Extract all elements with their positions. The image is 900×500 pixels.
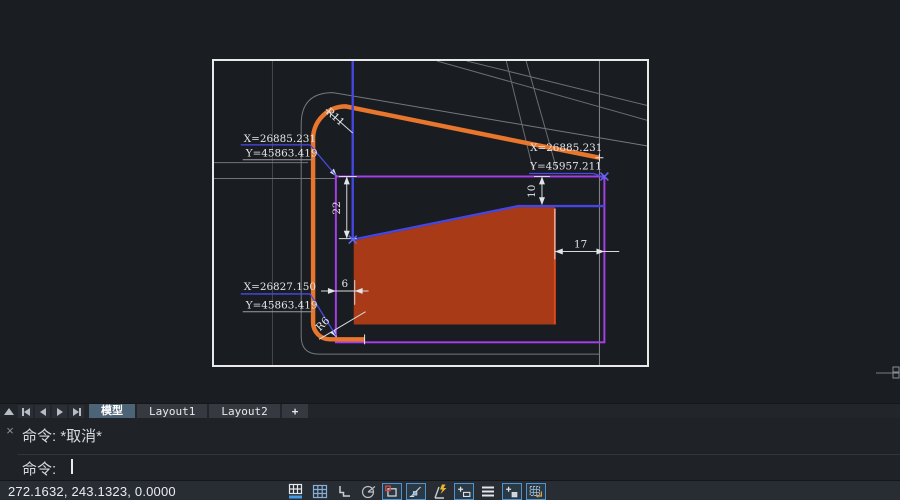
coordinates-display[interactable]: 272.1632, 243.1323, 0.0000: [8, 484, 176, 499]
command-line-panel: × 命令: *取消* 命令:: [0, 418, 900, 480]
status-toggle-icons: [286, 482, 546, 500]
dynamic-input-icon[interactable]: [430, 483, 450, 500]
command-prompt[interactable]: 命令:: [22, 458, 56, 479]
tab-layout2[interactable]: Layout2: [209, 404, 279, 419]
road-diagonal-2: [467, 61, 647, 105]
dim-text-10: 10: [526, 185, 538, 198]
text-caret: [71, 459, 73, 474]
grid-display-icon[interactable]: [310, 483, 330, 500]
new-layout-tab-button[interactable]: +: [282, 404, 309, 419]
model-space-canvas[interactable]: X=26885.231 Y=45863.419 X=26885.231 Y=45…: [0, 0, 900, 403]
road-diagonal-1: [437, 61, 647, 120]
scrollbar-grip[interactable]: [876, 366, 900, 380]
tab-layout1[interactable]: Layout1: [137, 404, 207, 419]
tab-model[interactable]: 模型: [89, 404, 135, 419]
object-snap-icon[interactable]: [382, 483, 402, 500]
quick-properties-icon[interactable]: [502, 483, 522, 500]
coord-label-top-right-x: X=26885.231: [530, 142, 602, 154]
selection-cycling-icon[interactable]: [526, 483, 546, 500]
command-history-line: 命令: *取消*: [22, 425, 102, 446]
dim-text-22: 22: [331, 201, 343, 214]
red-hatch-area[interactable]: [354, 207, 555, 324]
cad-application-window: X=26885.231 Y=45863.419 X=26885.231 Y=45…: [0, 0, 900, 500]
coord-label-top-left-x: X=26885.231: [244, 133, 316, 145]
last-tab-icon[interactable]: [69, 405, 84, 418]
prev-tab-icon[interactable]: [35, 405, 50, 418]
lineweight-icon[interactable]: [478, 483, 498, 500]
object-snap-tracking-icon[interactable]: [406, 483, 426, 500]
coord-label-top-left-y: Y=45863.419: [245, 148, 318, 160]
annotation-visibility-icon[interactable]: [454, 483, 474, 500]
ortho-mode-icon[interactable]: [334, 483, 354, 500]
coord-label-bottom-left-x: X=26827.150: [244, 281, 316, 293]
up-arrow-icon[interactable]: [1, 405, 16, 418]
next-tab-icon[interactable]: [52, 405, 67, 418]
dim-text-6: 6: [341, 278, 348, 290]
snap-mode-icon[interactable]: [286, 483, 306, 500]
first-tab-icon[interactable]: [18, 405, 33, 418]
coord-label-bottom-left-y: Y=45863.419: [245, 300, 318, 312]
layout-tab-bar: 模型 Layout1 Layout2 +: [0, 403, 900, 419]
command-input-divider: [18, 454, 900, 455]
polar-tracking-icon[interactable]: [358, 483, 378, 500]
cad-drawing: X=26885.231 Y=45863.419 X=26885.231 Y=45…: [214, 61, 647, 365]
road-crossing-1: [506, 61, 533, 170]
close-icon[interactable]: ×: [3, 424, 17, 438]
coord-label-top-right-y: Y=45957.211: [529, 161, 602, 173]
drawing-viewport[interactable]: X=26885.231 Y=45863.419 X=26885.231 Y=45…: [212, 59, 649, 367]
status-bar: 272.1632, 243.1323, 0.0000: [0, 480, 900, 500]
dim-text-17: 17: [574, 239, 587, 251]
